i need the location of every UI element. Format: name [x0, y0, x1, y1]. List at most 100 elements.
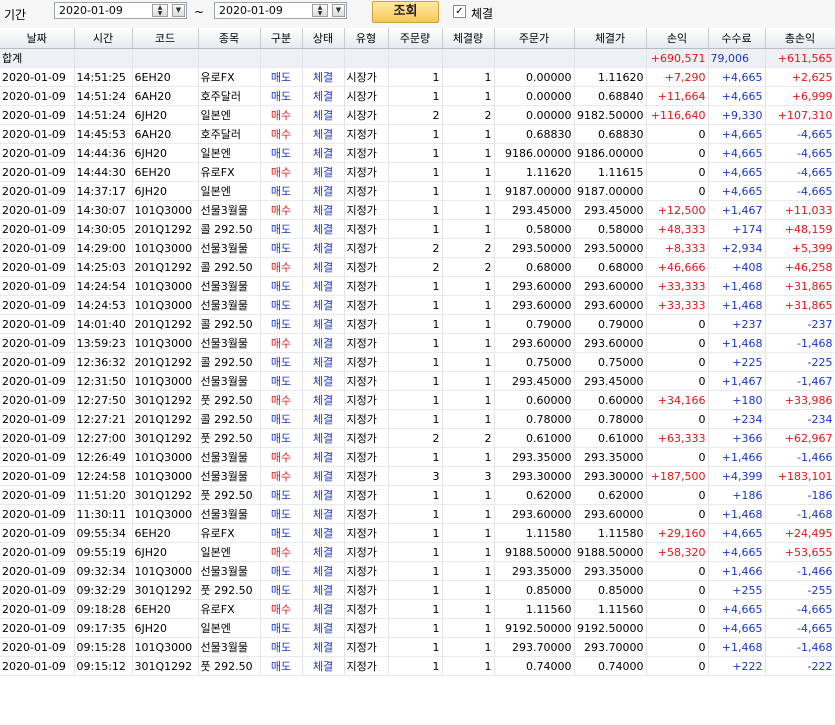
cell-fill-qty: 1 — [442, 219, 495, 239]
col-header-order-price[interactable]: 주문가 — [494, 28, 575, 49]
cell-pnl: +34,166 — [646, 390, 709, 410]
cell-order-price: 293.45000 — [494, 200, 575, 220]
table-row[interactable]: 2020-01-09 14:51:25 6EH20 유로FX 매도 체결 시장가 1 1 0.00… — [0, 67, 835, 87]
col-header-order-qty[interactable]: 주문량 — [388, 28, 443, 49]
table-row[interactable]: 2020-01-09 12:27:50 301Q1292 풋 292.50 매수 체결 지정… — [0, 390, 835, 410]
summary-empty-cell — [494, 48, 575, 68]
col-header-fee[interactable]: 수수료 — [708, 28, 766, 49]
date-to-spinner[interactable]: ▲ ▼ — [312, 4, 328, 17]
table-row[interactable]: 2020-01-09 09:17:35 6JH20 일본엔 매도 체결 지정가 1 1 9192.… — [0, 618, 835, 638]
cell-pnl: +116,640 — [646, 105, 709, 125]
date-from-input[interactable]: 2020-01-09 ▲ ▼ ▼ — [54, 2, 187, 19]
cell-side: 매수 — [260, 542, 303, 562]
table-row[interactable]: 2020-01-09 11:30:11 101Q3000 선물3월물 매도 체결 지정가 1 1… — [0, 504, 835, 524]
col-header-pnl[interactable]: 손익 — [646, 28, 709, 49]
cell-time: 12:26:49 — [74, 447, 133, 467]
col-header-type[interactable]: 유형 — [344, 28, 389, 49]
cell-order-qty: 3 — [388, 466, 443, 486]
cell-order-qty: 1 — [388, 352, 443, 372]
filled-only-checkbox[interactable]: ✓ — [453, 5, 466, 18]
filled-only-label: 체결 — [471, 7, 494, 21]
table-row[interactable]: 2020-01-09 12:27:21 201Q1292 콜 292.50 매도 체결 지정… — [0, 409, 835, 429]
table-row[interactable]: 2020-01-09 14:30:07 101Q3000 선물3월물 매수 체결 지정가 1 1… — [0, 200, 835, 220]
col-header-item[interactable]: 종목 — [198, 28, 261, 49]
col-header-side[interactable]: 구분 — [260, 28, 303, 49]
cell-item: 일본엔 — [198, 542, 261, 562]
cell-date: 2020-01-09 — [0, 637, 75, 657]
cell-type: 지정가 — [344, 333, 389, 353]
col-header-date[interactable]: 날짜 — [0, 28, 75, 49]
table-row[interactable]: 2020-01-09 14:30:05 201Q1292 콜 292.50 매도 체결 지정… — [0, 219, 835, 239]
table-row[interactable]: 2020-01-09 12:31:50 101Q3000 선물3월물 매도 체결 지정가 1 1… — [0, 371, 835, 391]
cell-item: 풋 292.50 — [198, 390, 261, 410]
col-header-time[interactable]: 시간 — [74, 28, 133, 49]
table-row[interactable]: 2020-01-09 14:25:03 201Q1292 콜 292.50 매수 체결 지정… — [0, 257, 835, 277]
table-row[interactable]: 2020-01-09 11:51:20 301Q1292 풋 292.50 매도 체결 지정… — [0, 485, 835, 505]
cell-total-pnl: +31,865 — [765, 276, 835, 296]
cell-total-pnl: +53,655 — [765, 542, 835, 562]
table-row[interactable]: 2020-01-09 14:01:40 201Q1292 콜 292.50 매도 체결 지정… — [0, 314, 835, 334]
col-header-total-pnl[interactable]: 총손익 — [765, 28, 835, 49]
cell-pnl: +63,333 — [646, 428, 709, 448]
table-row[interactable]: 2020-01-09 14:29:00 101Q3000 선물3월물 매도 체결 지정가 2 2… — [0, 238, 835, 258]
cell-fill-qty: 1 — [442, 409, 495, 429]
cell-side: 매수 — [260, 124, 303, 144]
cell-status: 체결 — [302, 637, 345, 657]
table-row[interactable]: 2020-01-09 14:24:53 101Q3000 선물3월물 매도 체결 지정가 1 1… — [0, 295, 835, 315]
date-to-input[interactable]: 2020-01-09 ▲ ▼ ▼ — [214, 2, 347, 19]
cell-total-pnl: +46,258 — [765, 257, 835, 277]
col-header-fill-qty[interactable]: 체결량 — [442, 28, 495, 49]
cell-pnl: 0 — [646, 352, 709, 372]
cell-fill-qty: 1 — [442, 504, 495, 524]
cell-date: 2020-01-09 — [0, 295, 75, 315]
cell-order-price: 0.62000 — [494, 485, 575, 505]
cell-fill-price: 293.45000 — [574, 200, 647, 220]
cell-item: 선물3월물 — [198, 637, 261, 657]
table-row[interactable]: 2020-01-09 13:59:23 101Q3000 선물3월물 매수 체결 지정가 1 1… — [0, 333, 835, 353]
table-row[interactable]: 2020-01-09 09:55:34 6EH20 유로FX 매도 체결 지정가 1 1 1.11… — [0, 523, 835, 543]
table-row[interactable]: 2020-01-09 09:32:34 101Q3000 선물3월물 매도 체결 지정가 1 1… — [0, 561, 835, 581]
trade-history-grid[interactable]: 날짜 시간 코드 종목 구분 상태 유형 주문량 체결량 주문가 체결가 손익 … — [0, 28, 835, 725]
table-row[interactable]: 2020-01-09 09:32:29 301Q1292 풋 292.50 매도 체결 지정… — [0, 580, 835, 600]
table-row[interactable]: 2020-01-09 12:24:58 101Q3000 선물3월물 매수 체결 지정가 3 3… — [0, 466, 835, 486]
table-row[interactable]: 2020-01-09 09:55:19 6JH20 일본엔 매수 체결 지정가 1 1 9188.… — [0, 542, 835, 562]
summary-pnl: +690,571 — [646, 48, 709, 68]
table-row[interactable]: 2020-01-09 14:37:17 6JH20 일본엔 매도 체결 지정가 1 1 9187.… — [0, 181, 835, 201]
cell-time: 14:37:17 — [74, 181, 133, 201]
col-header-status[interactable]: 상태 — [302, 28, 345, 49]
table-row[interactable]: 2020-01-09 09:18:28 6EH20 유로FX 매수 체결 지정가 1 1 1.11… — [0, 599, 835, 619]
date-to-dropdown-icon[interactable]: ▼ — [332, 4, 345, 17]
table-row[interactable]: 2020-01-09 14:51:24 6AH20 호주달러 매도 체결 시장가 1 1 0.00… — [0, 86, 835, 106]
cell-fill-qty: 1 — [442, 542, 495, 562]
cell-total-pnl: -4,665 — [765, 618, 835, 638]
table-row[interactable]: 2020-01-09 14:45:53 6AH20 호주달러 매수 체결 지정가 1 1 0.68… — [0, 124, 835, 144]
search-button[interactable]: 조회 — [372, 1, 439, 23]
cell-date: 2020-01-09 — [0, 124, 75, 144]
table-row[interactable]: 2020-01-09 12:27:00 301Q1292 풋 292.50 매도 체결 지정… — [0, 428, 835, 448]
table-row[interactable]: 2020-01-09 09:15:28 101Q3000 선물3월물 매도 체결 지정가 1 1… — [0, 637, 835, 657]
table-row[interactable]: 2020-01-09 14:51:24 6JH20 일본엔 매수 체결 시장가 2 2 0.000… — [0, 105, 835, 125]
table-row[interactable]: 2020-01-09 14:24:54 101Q3000 선물3월물 매도 체결 지정가 1 1… — [0, 276, 835, 296]
date-from-spinner[interactable]: ▲ ▼ — [152, 4, 168, 17]
cell-order-qty: 2 — [388, 238, 443, 258]
cell-fill-price: 1.11560 — [574, 599, 647, 619]
cell-code: 101Q3000 — [132, 447, 199, 467]
cell-pnl: +33,333 — [646, 295, 709, 315]
cell-time: 14:30:05 — [74, 219, 133, 239]
cell-order-price: 9187.00000 — [494, 181, 575, 201]
table-row[interactable]: 2020-01-09 12:36:32 201Q1292 콜 292.50 매도 체결 지정… — [0, 352, 835, 372]
col-header-code[interactable]: 코드 — [132, 28, 199, 49]
table-row[interactable]: 2020-01-09 14:44:30 6EH20 유로FX 매수 체결 지정가 1 1 1.11… — [0, 162, 835, 182]
cell-fill-qty: 2 — [442, 238, 495, 258]
cell-code: 6JH20 — [132, 143, 199, 163]
cell-order-price: 0.74000 — [494, 656, 575, 676]
date-from-dropdown-icon[interactable]: ▼ — [172, 4, 185, 17]
cell-type: 지정가 — [344, 523, 389, 543]
table-row[interactable]: 2020-01-09 12:26:49 101Q3000 선물3월물 매수 체결 지정가 1 1… — [0, 447, 835, 467]
cell-time: 09:55:19 — [74, 542, 133, 562]
table-row[interactable]: 2020-01-09 14:44:36 6JH20 일본엔 매도 체결 지정가 1 1 9186.… — [0, 143, 835, 163]
cell-status: 체결 — [302, 181, 345, 201]
table-row[interactable]: 2020-01-09 09:15:12 301Q1292 풋 292.50 매도 체결 지정… — [0, 656, 835, 676]
cell-total-pnl: -225 — [765, 352, 835, 372]
col-header-fill-price[interactable]: 체결가 — [574, 28, 647, 49]
